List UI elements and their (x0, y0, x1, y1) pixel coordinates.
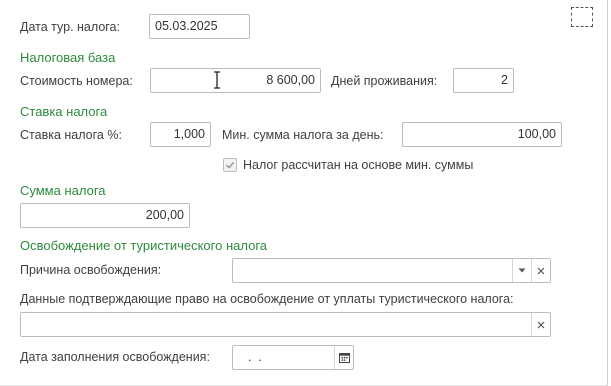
fill-date-value: . . (241, 350, 262, 364)
proof-clear-button[interactable] (531, 313, 550, 336)
exemption-proof-label: Данные подтверждающие право на освобожде… (20, 292, 514, 306)
tax-rate-field[interactable]: 1,000 (150, 122, 211, 147)
min-per-day-field[interactable]: 100,00 (402, 122, 562, 147)
min-per-day-value: 100,00 (517, 127, 556, 141)
tax-base-section-title: Налоговая база (20, 50, 116, 65)
checkmark-icon (225, 161, 235, 169)
reason-dropdown-button[interactable] (512, 259, 531, 282)
exemption-section-title: Освобождение от туристического налога (20, 238, 268, 253)
fill-date-label: Дата заполнения освобождения: (20, 350, 210, 364)
clear-x-icon (537, 267, 545, 274)
calendar-icon (338, 353, 350, 363)
tax-rate-label: Ставка налога %: (20, 128, 122, 142)
clear-x-icon (537, 321, 545, 328)
days-value: 2 (501, 73, 508, 87)
exemption-reason-value (233, 263, 238, 277)
fill-date-field[interactable]: . . (232, 345, 354, 370)
tax-rate-value: 1,000 (173, 127, 205, 141)
min-calculation-checkbox-label: Налог рассчитан на основе мин. суммы (243, 158, 474, 172)
exemption-reason-select[interactable] (232, 258, 551, 283)
text-cursor-icon (214, 71, 220, 89)
chevron-down-icon (518, 268, 526, 273)
tour-date-value: 05.03.2025 (155, 19, 218, 33)
tax-amount-section-title: Сумма налога (20, 183, 106, 198)
tax-amount-value: 200,00 (145, 208, 184, 222)
exemption-proof-value (21, 317, 26, 331)
reason-clear-button[interactable] (531, 259, 550, 282)
exemption-proof-field[interactable] (20, 312, 551, 337)
days-field[interactable]: 2 (453, 68, 514, 93)
room-cost-field[interactable]: 8 600,00 (150, 68, 321, 93)
tax-amount-field[interactable]: 200,00 (20, 203, 190, 228)
days-label: Дней проживания: (331, 74, 438, 88)
room-cost-label: Стоимость номера: (20, 74, 133, 88)
tour-date-label: Дата тур. налога: (20, 20, 120, 34)
calendar-button[interactable] (334, 346, 353, 369)
min-calculation-checkbox[interactable] (223, 158, 237, 172)
tax-rate-section-title: Ставка налога (20, 104, 108, 119)
tour-date-field[interactable]: 05.03.2025 (149, 14, 250, 39)
focus-placeholder-box[interactable] (571, 7, 593, 27)
room-cost-value: 8 600,00 (266, 73, 315, 87)
min-per-day-label: Мин. сумма налога за день: (222, 128, 384, 142)
window-right-border (607, 0, 608, 386)
exemption-reason-label: Причина освобождения: (20, 263, 162, 277)
